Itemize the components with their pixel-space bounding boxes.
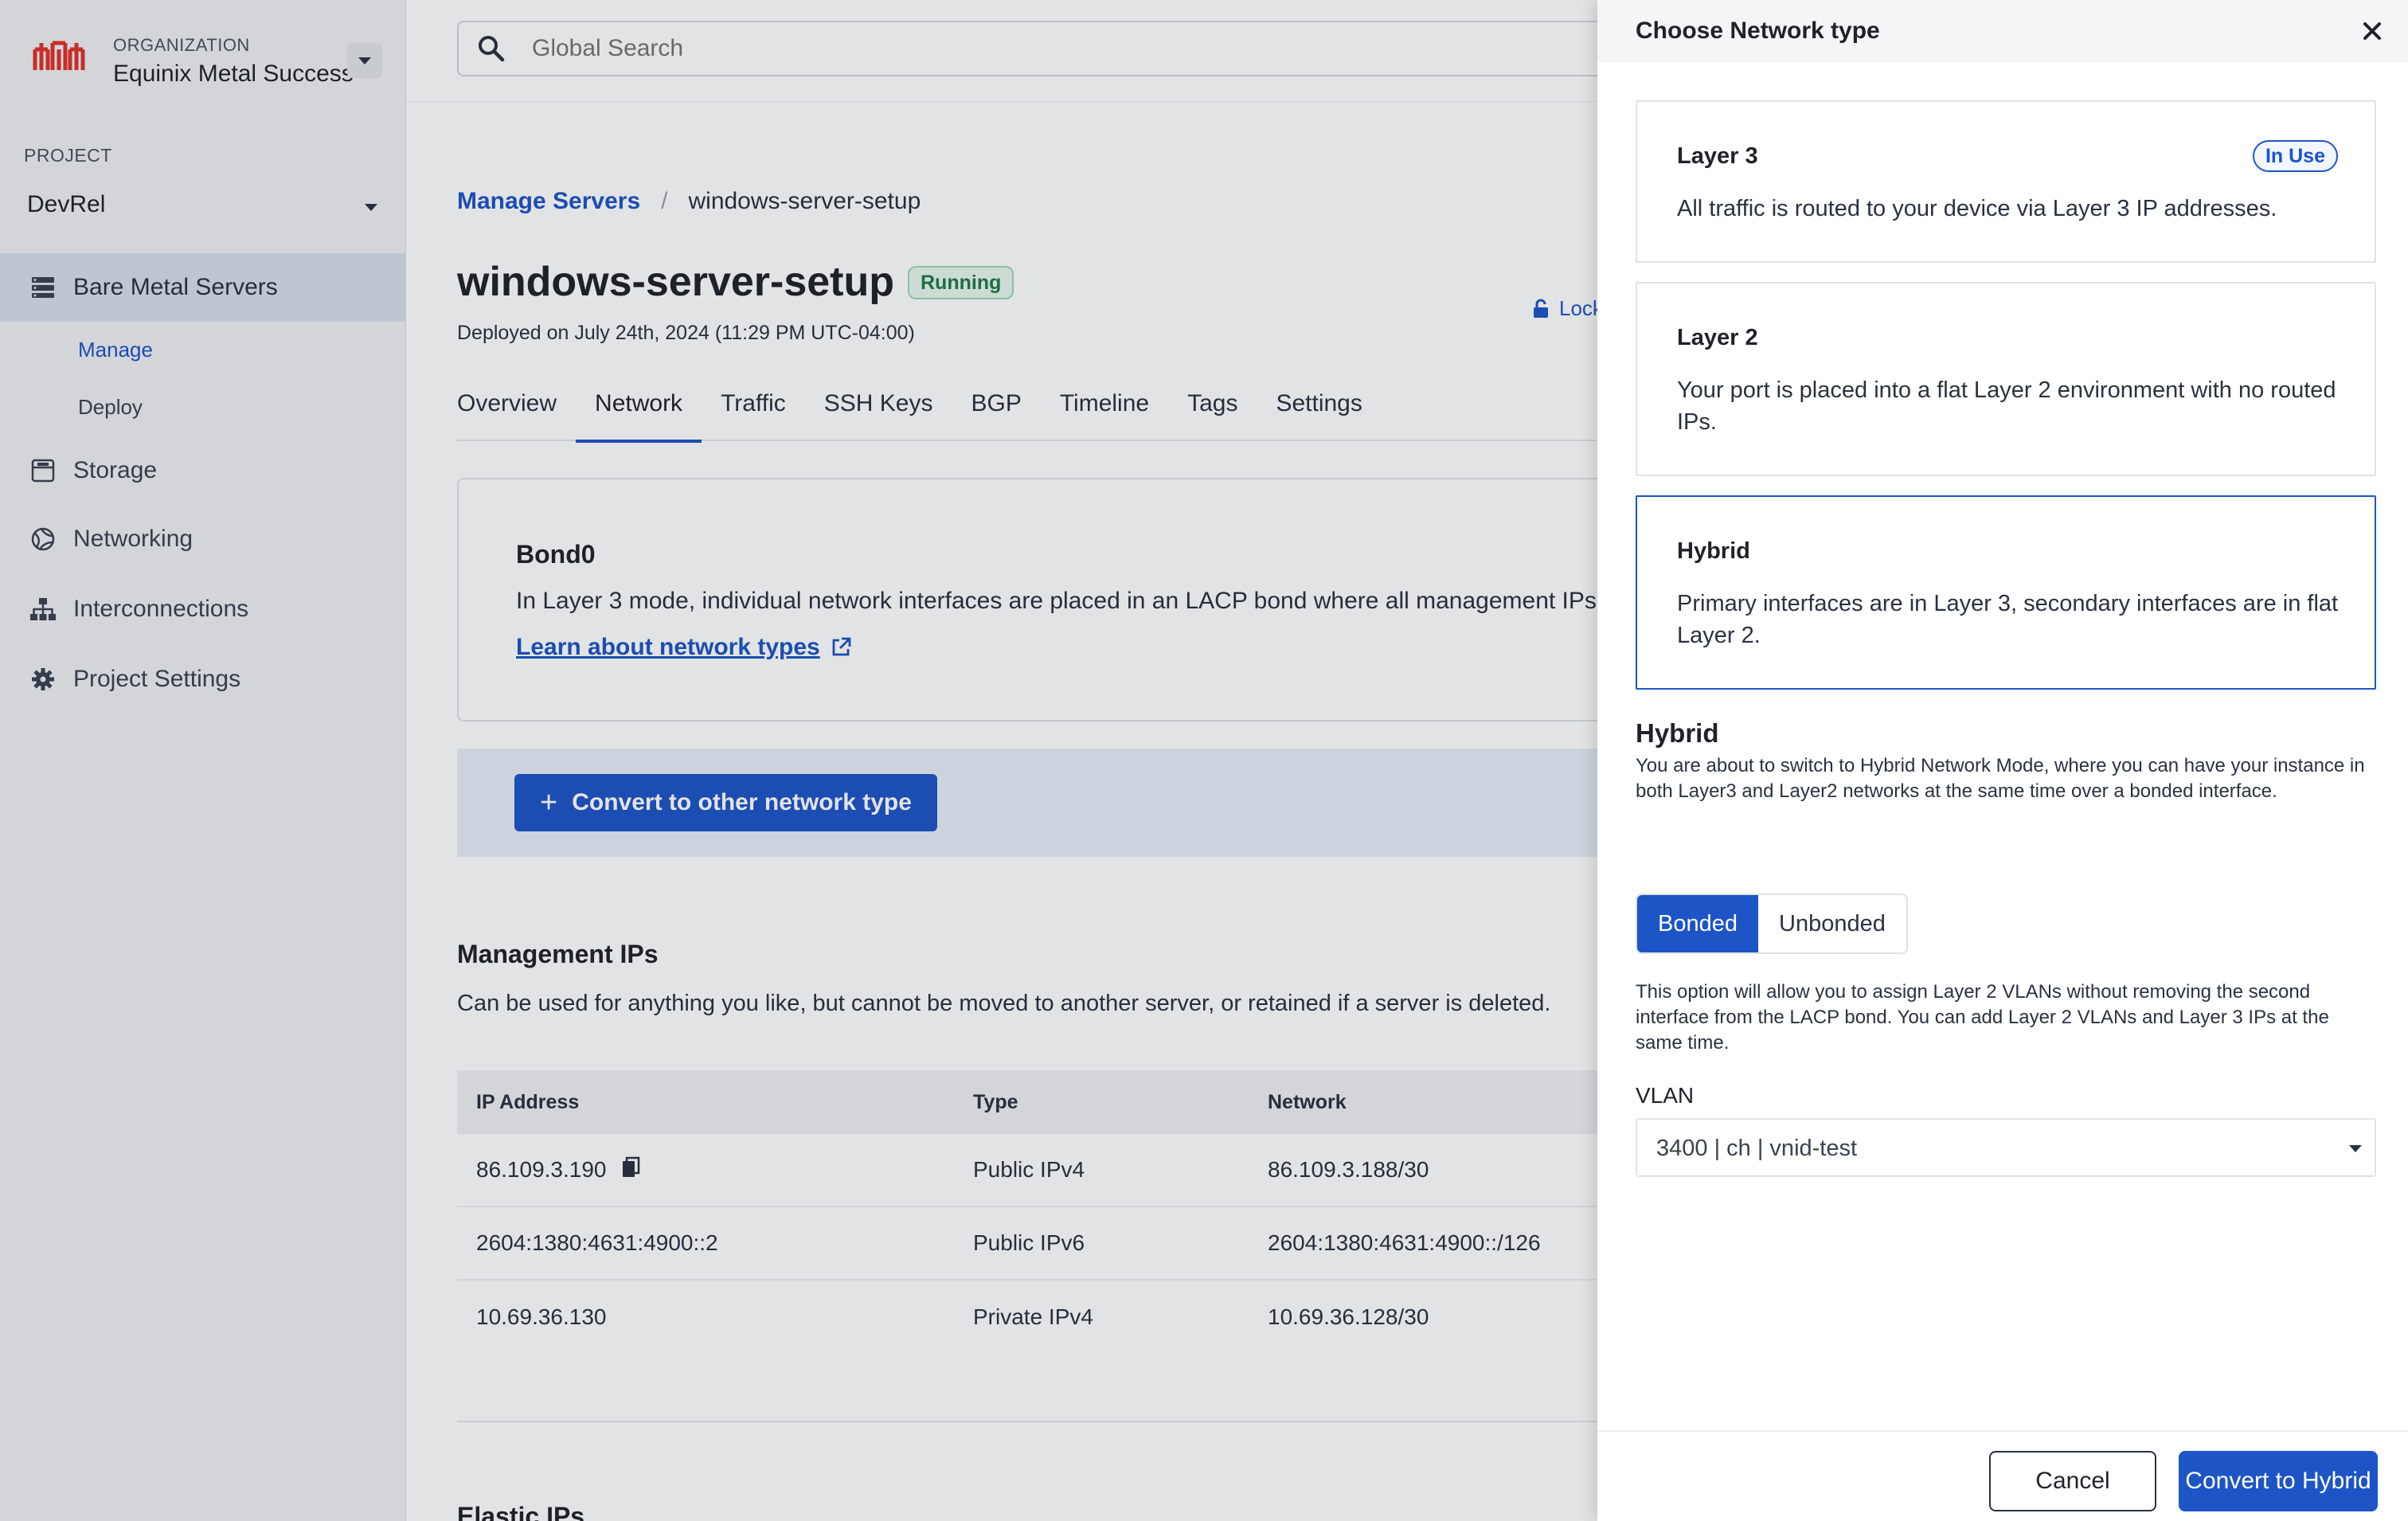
vlan-label: VLAN [1636, 1083, 1695, 1108]
option-description: Your port is placed into a flat Layer 2 … [1677, 377, 2336, 435]
convert-to-hybrid-button[interactable]: Convert to Hybrid [2179, 1451, 2378, 1511]
network-option-hybrid[interactable]: Hybrid Primary interfaces are in Layer 3… [1636, 495, 2376, 690]
option-title: Layer 3 [1677, 143, 1758, 169]
network-option-layer-2[interactable]: Layer 2 Your port is placed into a flat … [1636, 282, 2376, 476]
caret-down-icon [2349, 1145, 2362, 1152]
mode-description: This option will allow you to assign Lay… [1636, 981, 2329, 1054]
bonded-option[interactable]: Bonded [1637, 895, 1758, 952]
hybrid-section-title: Hybrid [1636, 718, 1719, 748]
network-option-layer-3[interactable]: Layer 3 In Use All traffic is routed to … [1636, 100, 2376, 263]
network-type-drawer: Choose Network type Layer 3 In Use All t… [1597, 0, 2408, 1521]
option-description: All traffic is routed to your device via… [1677, 196, 2277, 221]
drawer-footer: Cancel Convert to Hybrid [1597, 1430, 2408, 1521]
vlan-selected-value: 3400 | ch | vnid-test [1656, 1136, 1858, 1161]
drawer-header: Choose Network type [1597, 0, 2408, 62]
option-title: Layer 2 [1677, 325, 1758, 350]
option-description: Primary interfaces are in Layer 3, secon… [1677, 591, 2339, 648]
option-title: Hybrid [1677, 538, 1750, 564]
modal-overlay[interactable] [0, 0, 1597, 1521]
close-button[interactable] [2359, 18, 2386, 45]
drawer-title: Choose Network type [1636, 18, 1880, 44]
vlan-select[interactable]: 3400 | ch | vnid-test [1636, 1118, 2376, 1177]
bond-mode-toggle: Bonded Unbonded [1636, 893, 1908, 954]
in-use-badge: In Use [2252, 140, 2338, 172]
cancel-button[interactable]: Cancel [1989, 1451, 2156, 1511]
close-icon [2363, 22, 2381, 40]
hybrid-description: You are about to switch to Hybrid Networ… [1636, 755, 2365, 802]
unbonded-option[interactable]: Unbonded [1758, 895, 1906, 952]
